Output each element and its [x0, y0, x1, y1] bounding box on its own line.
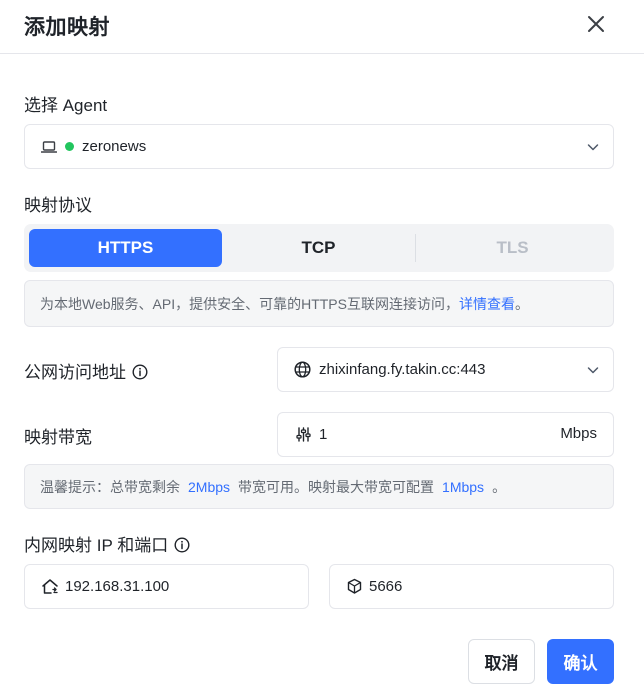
protocol-label: 映射协议 — [24, 196, 92, 215]
online-status-dot — [65, 142, 74, 151]
cube-icon — [347, 578, 362, 594]
agent-select[interactable]: zeronews — [24, 124, 614, 169]
home-network-icon — [42, 579, 58, 594]
bandwidth-hint-prefix: 温馨提示：总带宽剩余 — [40, 478, 180, 495]
internal-ip-value: 192.168.31.100 — [65, 578, 170, 595]
internal-port-input[interactable]: 5666 — [329, 564, 614, 609]
bandwidth-hint-middle: 带宽可用。映射最大带宽可配置 — [238, 478, 435, 495]
protocol-description-text: 为本地Web服务、API，提供安全、可靠的HTTPS互联网连接访问， — [40, 295, 459, 312]
bandwidth-unit: Mbps — [560, 425, 597, 442]
bandwidth-input[interactable]: 1 Mbps — [277, 412, 614, 457]
internal-port-value: 5666 — [369, 578, 403, 595]
agent-label: 选择 Agent — [24, 96, 108, 115]
laptop-icon — [41, 140, 57, 153]
bandwidth-remaining: 2Mbps — [188, 478, 231, 495]
public-address-label-text: 公网访问地址 — [24, 363, 126, 382]
info-icon[interactable] — [174, 537, 190, 553]
bandwidth-max: 1Mbps — [442, 478, 485, 495]
protocol-tcp-button[interactable]: TCP — [222, 229, 415, 267]
bandwidth-hint: 温馨提示：总带宽剩余 2Mbps 带宽可用。映射最大带宽可配置 1Mbps 。 — [24, 464, 614, 509]
dialog-header: 添加映射 — [0, 0, 644, 54]
internal-ip-input[interactable]: 192.168.31.100 — [24, 564, 309, 609]
protocol-https-button[interactable]: HTTPS — [29, 229, 222, 267]
agent-select-value: zeronews — [82, 138, 147, 155]
bandwidth-label: 映射带宽 — [24, 428, 92, 447]
chevron-down-icon — [587, 366, 599, 373]
globe-icon — [294, 361, 311, 378]
protocol-description: 为本地Web服务、API，提供安全、可靠的HTTPS互联网连接访问， 详情查看 … — [24, 280, 614, 327]
chevron-down-icon — [587, 143, 599, 150]
details-link[interactable]: 详情查看 — [459, 294, 515, 314]
close-icon[interactable] — [583, 11, 609, 37]
info-icon[interactable] — [132, 364, 148, 380]
bandwidth-value: 1 — [319, 426, 328, 443]
public-address-label: 公网访问地址 — [24, 358, 148, 383]
internal-label-text: 内网映射 IP 和端口 — [24, 536, 169, 555]
confirm-button[interactable]: 确认 — [547, 639, 614, 684]
bandwidth-hint-suffix: 。 — [492, 478, 507, 495]
protocol-description-end: 。 — [515, 295, 529, 312]
dialog-title: 添加映射 — [24, 16, 110, 39]
cancel-button[interactable]: 取消 — [468, 639, 535, 684]
protocol-segmented-control: HTTPS TCP TLS — [24, 224, 614, 272]
public-address-select[interactable]: zhixinfang.fy.takin.cc:443 — [277, 347, 614, 392]
protocol-tls-button[interactable]: TLS — [416, 229, 609, 267]
public-address-value: zhixinfang.fy.takin.cc:443 — [319, 361, 486, 378]
sliders-icon — [296, 427, 311, 442]
internal-label: 内网映射 IP 和端口 — [24, 531, 190, 556]
